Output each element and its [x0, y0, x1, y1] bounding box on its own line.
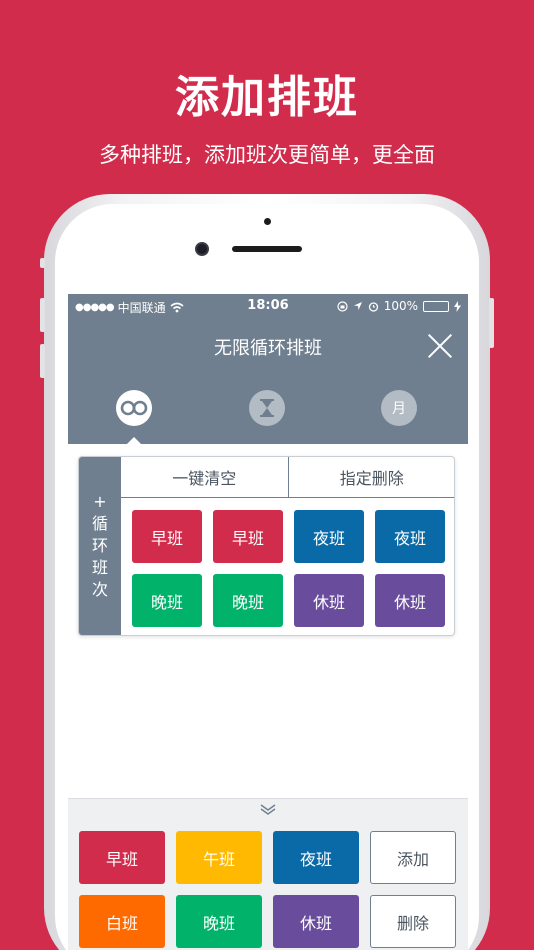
phone-camera — [195, 242, 209, 256]
palette-shift-button[interactable]: 早班 — [79, 831, 165, 884]
battery-icon — [423, 300, 449, 312]
hourglass-icon — [260, 399, 274, 417]
app-screen: ●●●●● 中国联通 18:06 100% 无限循环排班 月 + 循 环 班 次… — [68, 294, 468, 950]
page-title: 无限循环排班 — [214, 338, 322, 359]
delete-selected-button[interactable]: 指定删除 — [287, 457, 455, 497]
phone-volume-down — [40, 344, 45, 378]
cycle-side-label-line: 次 — [91, 580, 108, 599]
cycle-side-label-line: 循 — [91, 514, 108, 533]
cycle-side-label-line: 环 — [91, 536, 108, 555]
month-label: 月 — [392, 401, 406, 417]
location-arrow-icon — [353, 302, 362, 310]
phone-power-button — [489, 298, 494, 348]
palette-shift-button[interactable]: 休班 — [273, 895, 359, 948]
palette-shift-button[interactable]: 夜班 — [273, 831, 359, 884]
promo-title: 添加排班 — [175, 72, 359, 123]
mode-pointer-indicator — [125, 437, 143, 446]
phone-speaker — [232, 246, 302, 252]
cycle-side-label-line: + — [93, 492, 107, 511]
cycle-shift-chip[interactable]: 早班 — [213, 510, 283, 563]
cycle-shift-chip[interactable]: 夜班 — [375, 510, 445, 563]
mode-loop-button[interactable] — [116, 390, 152, 426]
add-cycle-shift-button[interactable]: + 循 环 班 次 — [79, 457, 121, 635]
alarm-clock-icon — [368, 301, 378, 312]
palette-shift-button[interactable]: 白班 — [79, 895, 165, 948]
charging-bolt-icon — [454, 300, 461, 312]
mode-month-button[interactable]: 月 — [381, 390, 417, 426]
delete-shift-button[interactable]: 删除 — [370, 895, 456, 948]
palette-shift-button[interactable]: 晚班 — [176, 895, 262, 948]
cycle-shift-chip[interactable]: 夜班 — [294, 510, 364, 563]
clear-all-button[interactable]: 一键清空 — [121, 457, 288, 497]
shift-palette-panel: 早班 午班 夜班 添加 白班 晚班 休班 删除 — [68, 798, 468, 950]
cycle-shift-card: + 循 环 班 次 一键清空 指定删除 早班 早班 夜班 夜班 晚班 晚班 休班… — [78, 456, 455, 636]
infinity-icon — [120, 400, 148, 416]
cycle-shift-chip[interactable]: 休班 — [294, 574, 364, 627]
collapse-chevron-icon[interactable] — [258, 803, 278, 817]
cycle-shift-chip[interactable]: 早班 — [132, 510, 202, 563]
cycle-actions: 一键清空 指定删除 — [121, 457, 455, 498]
promo-subtitle: 多种排班，添加班次更简单，更全面 — [99, 143, 435, 167]
cycle-shift-chip[interactable]: 晚班 — [213, 574, 283, 627]
palette-shift-button[interactable]: 午班 — [176, 831, 262, 884]
phone-volume-up — [40, 298, 45, 332]
cycle-shift-chip[interactable]: 晚班 — [132, 574, 202, 627]
phone-sensor — [264, 218, 271, 225]
header-area: ●●●●● 中国联通 18:06 100% 无限循环排班 月 — [68, 294, 468, 446]
cycle-shift-chip[interactable]: 休班 — [375, 574, 445, 627]
phone-mute-switch — [40, 258, 45, 268]
add-shift-button[interactable]: 添加 — [370, 831, 456, 884]
close-button[interactable] — [426, 332, 454, 360]
battery-percent: 100% — [383, 299, 418, 313]
mode-timer-button[interactable] — [249, 390, 285, 426]
status-bar: ●●●●● 中国联通 18:06 100% — [68, 294, 468, 320]
cycle-side-label-line: 班 — [91, 558, 108, 577]
rotation-lock-icon — [337, 300, 348, 312]
status-right: 100% — [337, 299, 461, 313]
